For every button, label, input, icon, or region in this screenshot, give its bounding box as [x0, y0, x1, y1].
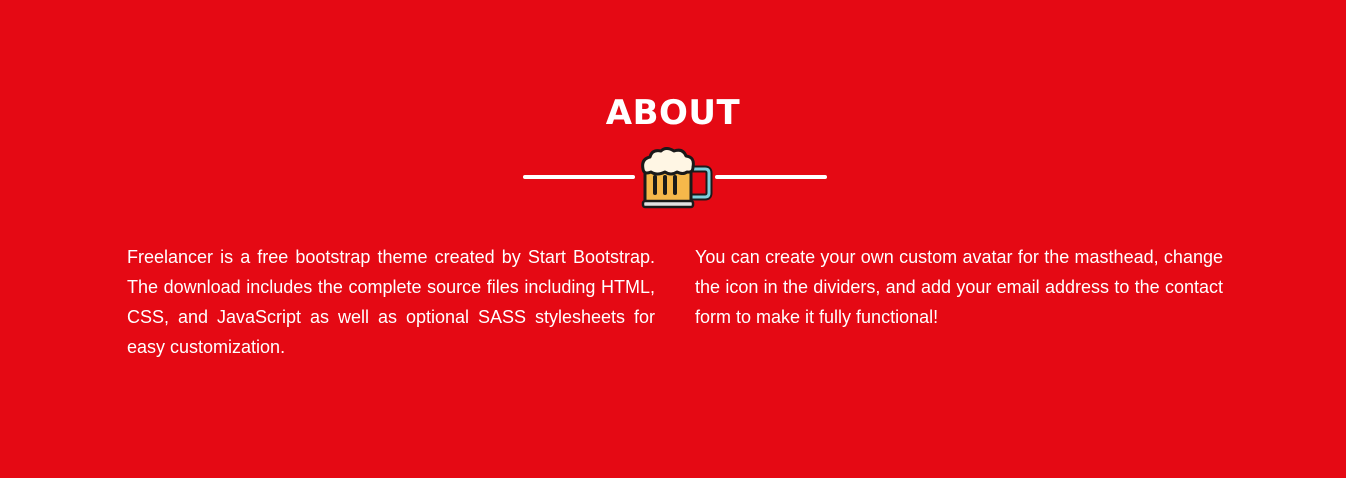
about-text-left: Freelancer is a free bootstrap theme cre…: [127, 247, 655, 357]
divider-line-left: [523, 175, 635, 179]
divider-line-right: [715, 175, 827, 179]
about-text-right: You can create your own custom avatar fo…: [695, 247, 1223, 327]
beer-mug-icon: [639, 147, 713, 209]
about-section: ABOUT Freelancer is a free bootstrap the…: [0, 0, 1346, 478]
section-title: ABOUT: [605, 93, 741, 133]
divider: [0, 145, 1346, 209]
